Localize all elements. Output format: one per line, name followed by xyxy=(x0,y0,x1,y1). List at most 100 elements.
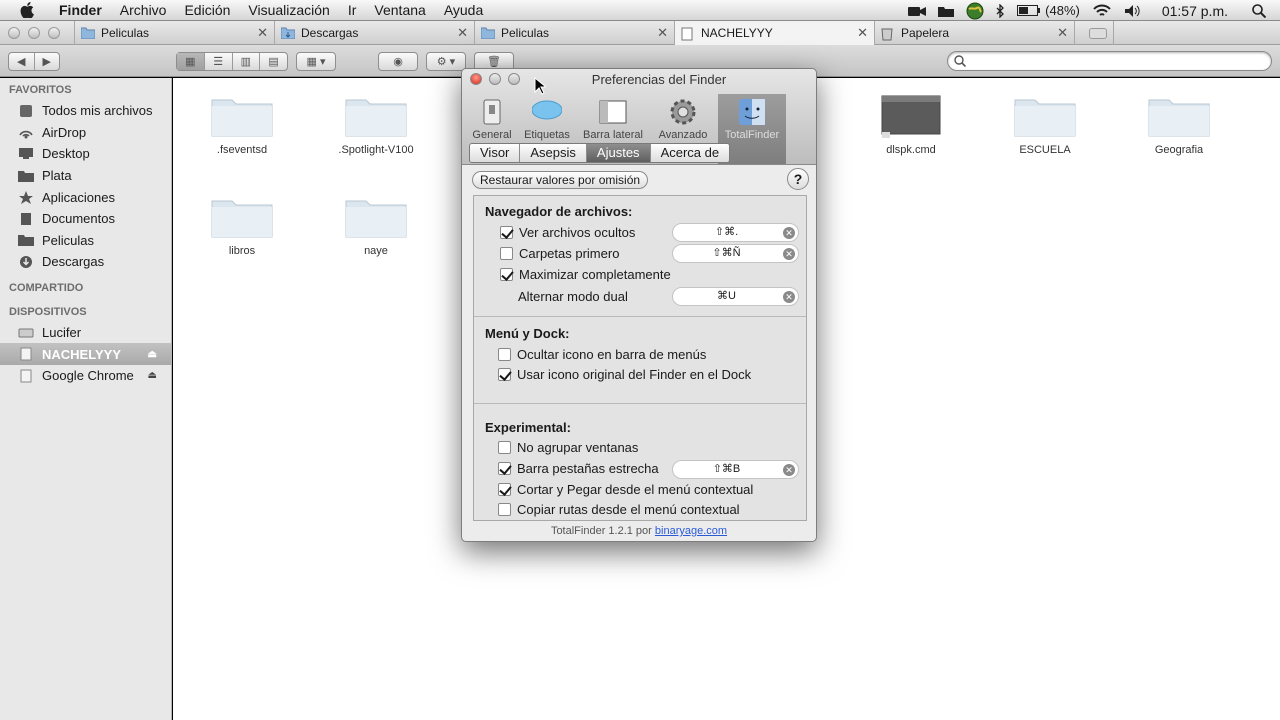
sidebar-item-lucifer[interactable]: Lucifer xyxy=(0,322,171,344)
clear-shortcut-icon[interactable]: ✕ xyxy=(783,464,795,476)
file-item[interactable]: dlspk.cmd xyxy=(851,78,971,156)
quicklook-button[interactable]: ◉ xyxy=(378,52,418,71)
sidebar-item-desktop[interactable]: Desktop xyxy=(0,143,171,165)
sidebar-item-airdrop[interactable]: AirDrop xyxy=(0,122,171,144)
list-view-button[interactable]: ☰ xyxy=(205,53,233,70)
menu-ir[interactable]: Ir xyxy=(339,0,366,21)
coverflow-view-button[interactable]: ▤ xyxy=(260,53,287,70)
eject-icon[interactable]: ⏏ xyxy=(148,370,157,381)
option-no-group-windows[interactable]: No agrupar ventanas xyxy=(498,440,638,455)
shortcut-field[interactable]: ⌘U ✕ xyxy=(672,287,799,306)
globe-icon[interactable] xyxy=(966,2,984,20)
shortcut-field[interactable]: ⇧⌘B ✕ xyxy=(672,460,799,479)
pref-tab-label: Etiquetas xyxy=(524,129,570,141)
close-tab-icon[interactable]: ✕ xyxy=(457,25,468,41)
sidebar-item-nachelyyy[interactable]: NACHELYYY ⏏ xyxy=(0,343,171,365)
checkbox[interactable] xyxy=(500,226,513,239)
file-item[interactable]: .fseventsd xyxy=(182,78,302,156)
close-tab-icon[interactable]: ✕ xyxy=(657,25,668,41)
option-copy-paths-context[interactable]: Copiar rutas desde el menú contextual xyxy=(498,502,740,517)
new-tab-button[interactable] xyxy=(1074,21,1114,45)
tab-descargas[interactable]: Descargas ✕ xyxy=(274,21,474,45)
file-item[interactable]: naye xyxy=(316,179,436,257)
checkbox[interactable] xyxy=(498,462,511,475)
checkbox[interactable] xyxy=(500,247,513,260)
file-item[interactable]: ESCUELA xyxy=(985,78,1105,156)
file-item[interactable]: Geografia xyxy=(1119,78,1239,156)
icon-view-button[interactable]: ▦ xyxy=(177,53,205,70)
checkbox[interactable] xyxy=(498,368,511,381)
shortcut-field[interactable]: ⇧⌘Ñ ✕ xyxy=(672,244,799,263)
clear-shortcut-icon[interactable]: ✕ xyxy=(783,248,795,260)
clock[interactable]: 01:57 p.m. xyxy=(1162,3,1228,19)
menu-visualizacion[interactable]: Visualización xyxy=(239,0,338,21)
help-button[interactable]: ? xyxy=(787,168,809,190)
spotlight-icon[interactable] xyxy=(1252,3,1266,18)
arrange-button[interactable]: ▦ ▾ xyxy=(296,52,336,71)
eject-icon[interactable]: ⏏ xyxy=(148,349,157,360)
clear-shortcut-icon[interactable]: ✕ xyxy=(783,291,795,303)
sidebar-item-label: Desktop xyxy=(42,146,90,162)
folder-status-icon[interactable] xyxy=(938,5,955,17)
segment-visor[interactable]: Visor xyxy=(470,144,521,162)
apple-menu-icon[interactable] xyxy=(18,1,36,19)
shortcut-text: ⌘U xyxy=(717,290,736,302)
clear-shortcut-icon[interactable]: ✕ xyxy=(783,227,795,239)
menu-archivo[interactable]: Archivo xyxy=(111,0,176,21)
sidebar-item-descargas[interactable]: Descargas xyxy=(0,251,171,273)
close-window-button[interactable] xyxy=(8,27,20,39)
camera-icon[interactable] xyxy=(908,5,927,17)
zoom-window-button[interactable] xyxy=(48,27,60,39)
search-input[interactable] xyxy=(947,51,1272,71)
segment-asepsis[interactable]: Asepsis xyxy=(520,144,587,162)
close-tab-icon[interactable]: ✕ xyxy=(257,25,268,41)
option-original-finder-icon[interactable]: Usar icono original del Finder en el Doc… xyxy=(498,367,751,382)
tab-bar: Peliculas ✕ Descargas ✕ Peliculas ✕ NACH… xyxy=(0,21,1280,45)
bluetooth-icon[interactable] xyxy=(996,3,1005,18)
option-folders-first[interactable]: Carpetas primero xyxy=(500,246,619,261)
menu-ayuda[interactable]: Ayuda xyxy=(435,0,492,21)
back-button[interactable]: ◀ xyxy=(9,53,35,70)
tab-peliculas-1[interactable]: Peliculas ✕ xyxy=(74,21,274,45)
checkbox[interactable] xyxy=(500,268,513,281)
option-hide-menubar-icon[interactable]: Ocultar icono en barra de menús xyxy=(498,347,706,362)
close-tab-icon[interactable]: ✕ xyxy=(1057,25,1068,41)
option-show-hidden-files[interactable]: Ver archivos ocultos xyxy=(500,225,635,240)
battery-icon[interactable]: (48%) xyxy=(1017,3,1080,18)
option-maximize-fully[interactable]: Maximizar completamente xyxy=(500,267,671,282)
option-narrow-tab-bar[interactable]: Barra pestañas estrecha xyxy=(498,461,659,476)
option-cut-paste-context[interactable]: Cortar y Pegar desde el menú contextual xyxy=(498,482,753,497)
forward-button[interactable]: ▶ xyxy=(35,53,60,70)
sidebar-item-plata[interactable]: Plata xyxy=(0,165,171,187)
volume-icon[interactable] xyxy=(1124,4,1142,18)
segment-acerca-de[interactable]: Acerca de xyxy=(651,144,730,162)
file-item[interactable]: .Spotlight-V100 xyxy=(316,78,436,156)
sidebar-item-documentos[interactable]: Documentos xyxy=(0,208,171,230)
wifi-icon[interactable] xyxy=(1092,4,1112,18)
checkbox[interactable] xyxy=(498,483,511,496)
menu-finder[interactable]: Finder xyxy=(50,0,111,21)
binaryage-link[interactable]: binaryage.com xyxy=(655,525,727,537)
checkbox[interactable] xyxy=(498,348,511,361)
file-item[interactable]: libros xyxy=(182,179,302,257)
tab-papelera[interactable]: Papelera ✕ xyxy=(874,21,1074,45)
sidebar-item-all-files[interactable]: Todos mis archivos xyxy=(0,100,171,122)
checkbox[interactable] xyxy=(498,441,511,454)
menu-ventana[interactable]: Ventana xyxy=(365,0,434,21)
sidebar-item-aplicaciones[interactable]: Aplicaciones xyxy=(0,186,171,208)
close-tab-icon[interactable]: ✕ xyxy=(857,25,868,41)
segment-ajustes[interactable]: Ajustes xyxy=(586,144,651,162)
checkbox[interactable] xyxy=(498,503,511,516)
shortcut-field[interactable]: ⇧⌘. ✕ xyxy=(672,223,799,242)
tab-peliculas-2[interactable]: Peliculas ✕ xyxy=(474,21,674,45)
column-view-button[interactable]: ▥ xyxy=(233,53,261,70)
menu-edicion[interactable]: Edición xyxy=(175,0,239,21)
version-text: TotalFinder 1.2.1 por xyxy=(550,525,652,537)
action-button[interactable]: ⚙ ▾ xyxy=(426,52,466,71)
minimize-window-button[interactable] xyxy=(28,27,40,39)
sidebar-item-google-chrome[interactable]: Google Chrome ⏏ xyxy=(0,365,171,387)
tab-nachelyyy[interactable]: NACHELYYY ✕ xyxy=(674,21,874,45)
restore-defaults-button[interactable]: Restaurar valores por omisión xyxy=(472,171,649,189)
trash-icon: 🗑 xyxy=(487,56,501,68)
sidebar-item-peliculas[interactable]: Peliculas xyxy=(0,230,171,252)
